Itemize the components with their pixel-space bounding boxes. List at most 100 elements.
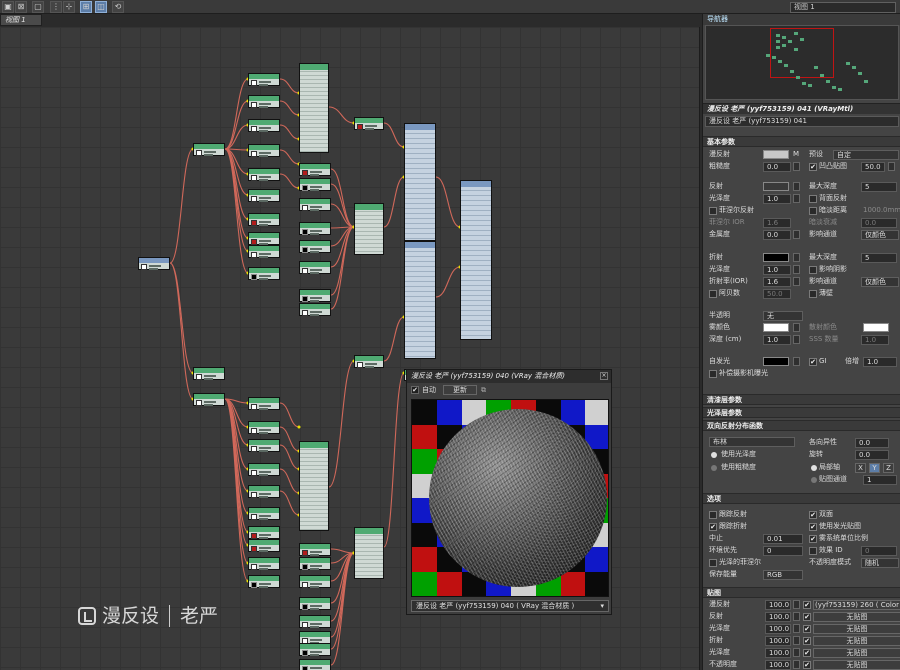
map-row-checkbox[interactable]: ✔ bbox=[803, 637, 811, 645]
affect-channel-dropdown[interactable]: 仅颜色 bbox=[861, 230, 899, 240]
refract-gloss-map-button[interactable] bbox=[793, 265, 800, 274]
gloss-map-button[interactable] bbox=[793, 194, 800, 203]
roughness-map-button[interactable] bbox=[793, 162, 800, 171]
vray-material-node[interactable] bbox=[404, 241, 436, 359]
scatter-color-swatch[interactable] bbox=[863, 323, 889, 332]
mix-node[interactable] bbox=[354, 203, 384, 255]
show-background-icon[interactable]: ◫ bbox=[95, 1, 107, 13]
section-sheen[interactable]: 光泽层参数 bbox=[703, 407, 900, 418]
refract-affect-channel-dropdown[interactable]: 仅颜色 bbox=[861, 277, 899, 287]
material-node[interactable] bbox=[299, 557, 331, 570]
material-node[interactable] bbox=[248, 463, 280, 476]
material-node[interactable] bbox=[248, 575, 280, 588]
fresnel-checkbox[interactable] bbox=[709, 207, 717, 215]
material-node[interactable] bbox=[193, 143, 225, 156]
map-row-spinner-arrows[interactable] bbox=[793, 612, 800, 621]
diffuse-swatch[interactable] bbox=[763, 150, 789, 159]
material-node[interactable] bbox=[138, 257, 170, 270]
cutoff-spinner[interactable]: 0.01 bbox=[763, 534, 803, 544]
material-node[interactable] bbox=[299, 163, 331, 176]
view-tab[interactable]: 视图 1 bbox=[0, 14, 42, 26]
select-icon[interactable]: ▣ bbox=[2, 1, 14, 13]
thin-wall-checkbox[interactable] bbox=[809, 290, 817, 298]
unit-scale-checkbox[interactable]: ✔ bbox=[809, 535, 817, 543]
material-node[interactable] bbox=[299, 261, 331, 274]
material-node[interactable] bbox=[354, 355, 384, 368]
material-node[interactable] bbox=[299, 543, 331, 556]
section-options[interactable]: 选项 bbox=[703, 493, 900, 504]
section-brdf[interactable]: 双向反射分布函数 bbox=[703, 420, 900, 431]
show-map-icon[interactable]: ⊞ bbox=[80, 1, 92, 13]
material-node[interactable] bbox=[299, 303, 331, 316]
brdf-type-dropdown[interactable]: 布林 bbox=[709, 437, 795, 447]
refract-map-button[interactable] bbox=[793, 253, 800, 262]
material-node[interactable] bbox=[193, 367, 225, 380]
material-node[interactable] bbox=[248, 168, 280, 181]
self-illum-map-button[interactable] bbox=[793, 357, 800, 366]
material-node[interactable] bbox=[248, 526, 280, 539]
material-node[interactable] bbox=[299, 222, 331, 235]
map-row-checkbox[interactable]: ✔ bbox=[803, 613, 811, 621]
map-row-amount[interactable]: 100.0 bbox=[765, 648, 791, 658]
ior-map-button[interactable] bbox=[793, 277, 800, 286]
map-row-checkbox[interactable]: ✔ bbox=[803, 649, 811, 657]
fresnel-ior-spinner[interactable]: 1.6 bbox=[763, 218, 791, 228]
material-node[interactable] bbox=[248, 439, 280, 452]
metal-map-button[interactable] bbox=[793, 230, 800, 239]
material-node[interactable] bbox=[299, 240, 331, 253]
refract-gloss-spinner[interactable]: 1.0 bbox=[763, 265, 791, 275]
local-axis-radio[interactable] bbox=[811, 465, 817, 471]
preset-dropdown[interactable]: 自定 bbox=[833, 150, 899, 160]
back-reflect-checkbox[interactable] bbox=[809, 195, 817, 203]
navigator-view[interactable] bbox=[705, 25, 899, 100]
material-node[interactable] bbox=[248, 421, 280, 434]
material-node[interactable] bbox=[248, 189, 280, 202]
layout-vertical-icon[interactable]: ⋮ bbox=[50, 1, 62, 13]
map-row-spinner-arrows[interactable] bbox=[793, 636, 800, 645]
fog-color-swatch[interactable] bbox=[763, 323, 789, 332]
bump-map-checkbox[interactable]: ✔ bbox=[809, 163, 817, 171]
view-dropdown[interactable]: 视图 1 bbox=[790, 2, 896, 13]
material-node[interactable] bbox=[248, 95, 280, 108]
material-node[interactable] bbox=[248, 245, 280, 258]
depth-map-button[interactable] bbox=[793, 335, 800, 344]
ior-spinner[interactable]: 1.6 bbox=[763, 277, 791, 287]
material-node[interactable] bbox=[299, 597, 331, 610]
map-row-amount[interactable]: 100.0 bbox=[765, 600, 791, 610]
abbe-checkbox[interactable] bbox=[709, 290, 717, 298]
roughness-spinner[interactable]: 0.0 bbox=[763, 162, 791, 172]
sss-amount-spinner[interactable]: 1.0 bbox=[861, 335, 889, 345]
material-name-field[interactable]: 漫反设 老严 (yyf753159) 041 bbox=[705, 116, 899, 127]
map-row-spinner-arrows[interactable] bbox=[793, 648, 800, 657]
rotation-spinner[interactable]: 0.0 bbox=[855, 450, 889, 460]
diffuse-map-button[interactable]: M bbox=[793, 149, 799, 159]
reset-icon[interactable]: ⟲ bbox=[112, 1, 124, 13]
double-sided-checkbox[interactable]: ✔ bbox=[809, 511, 817, 519]
use-illum-map-checkbox[interactable]: ✔ bbox=[809, 523, 817, 531]
effect-id-spinner[interactable]: 0 bbox=[861, 546, 897, 556]
axis-y-button[interactable]: Y bbox=[869, 463, 880, 473]
vray-material-node[interactable] bbox=[404, 123, 436, 241]
multiplier-spinner[interactable]: 1.0 bbox=[863, 357, 897, 367]
map-row-amount[interactable]: 100.0 bbox=[765, 624, 791, 634]
refract-swatch[interactable] bbox=[763, 253, 789, 262]
copy-icon[interactable]: ⧉ bbox=[481, 385, 486, 395]
material-node[interactable] bbox=[299, 198, 331, 211]
map-slot-button[interactable]: 无贴图 bbox=[813, 636, 900, 646]
material-node[interactable] bbox=[354, 117, 384, 130]
comp-exposure-checkbox[interactable] bbox=[709, 370, 717, 378]
vray-material-node[interactable] bbox=[460, 180, 492, 340]
map-row-checkbox[interactable]: ✔ bbox=[803, 601, 811, 609]
preview-title[interactable]: 漫反设 老严 (yyf753159) 040 (VRay 混合材质) × bbox=[407, 370, 611, 383]
material-node[interactable] bbox=[248, 213, 280, 226]
map-row-spinner-arrows[interactable] bbox=[793, 660, 800, 669]
delete-icon[interactable]: ⊠ bbox=[15, 1, 27, 13]
reflect-map-button[interactable] bbox=[793, 182, 800, 191]
material-node[interactable] bbox=[248, 119, 280, 132]
max-depth-spinner[interactable]: 5 bbox=[861, 182, 897, 192]
material-node[interactable] bbox=[299, 615, 331, 628]
map-slot-button[interactable]: 无贴图 bbox=[813, 624, 900, 634]
opacity-mode-dropdown[interactable]: 随机 bbox=[861, 558, 899, 568]
material-select-dropdown[interactable]: 漫反设 老严 (yyf753159) 040 ( VRay 混合材质 ) ▾ bbox=[411, 600, 609, 612]
preserve-energy-dropdown[interactable]: RGB bbox=[763, 570, 803, 580]
